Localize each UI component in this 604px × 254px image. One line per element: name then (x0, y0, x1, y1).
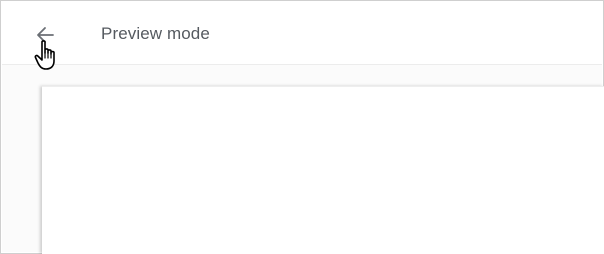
preview-page (42, 86, 604, 254)
preview-window: Preview mode (0, 0, 604, 254)
back-button[interactable] (31, 20, 61, 50)
page-title: Preview mode (101, 24, 210, 43)
arrow-left-icon (37, 27, 54, 43)
preview-header: Preview mode (2, 2, 602, 65)
preview-canvas (2, 65, 604, 254)
